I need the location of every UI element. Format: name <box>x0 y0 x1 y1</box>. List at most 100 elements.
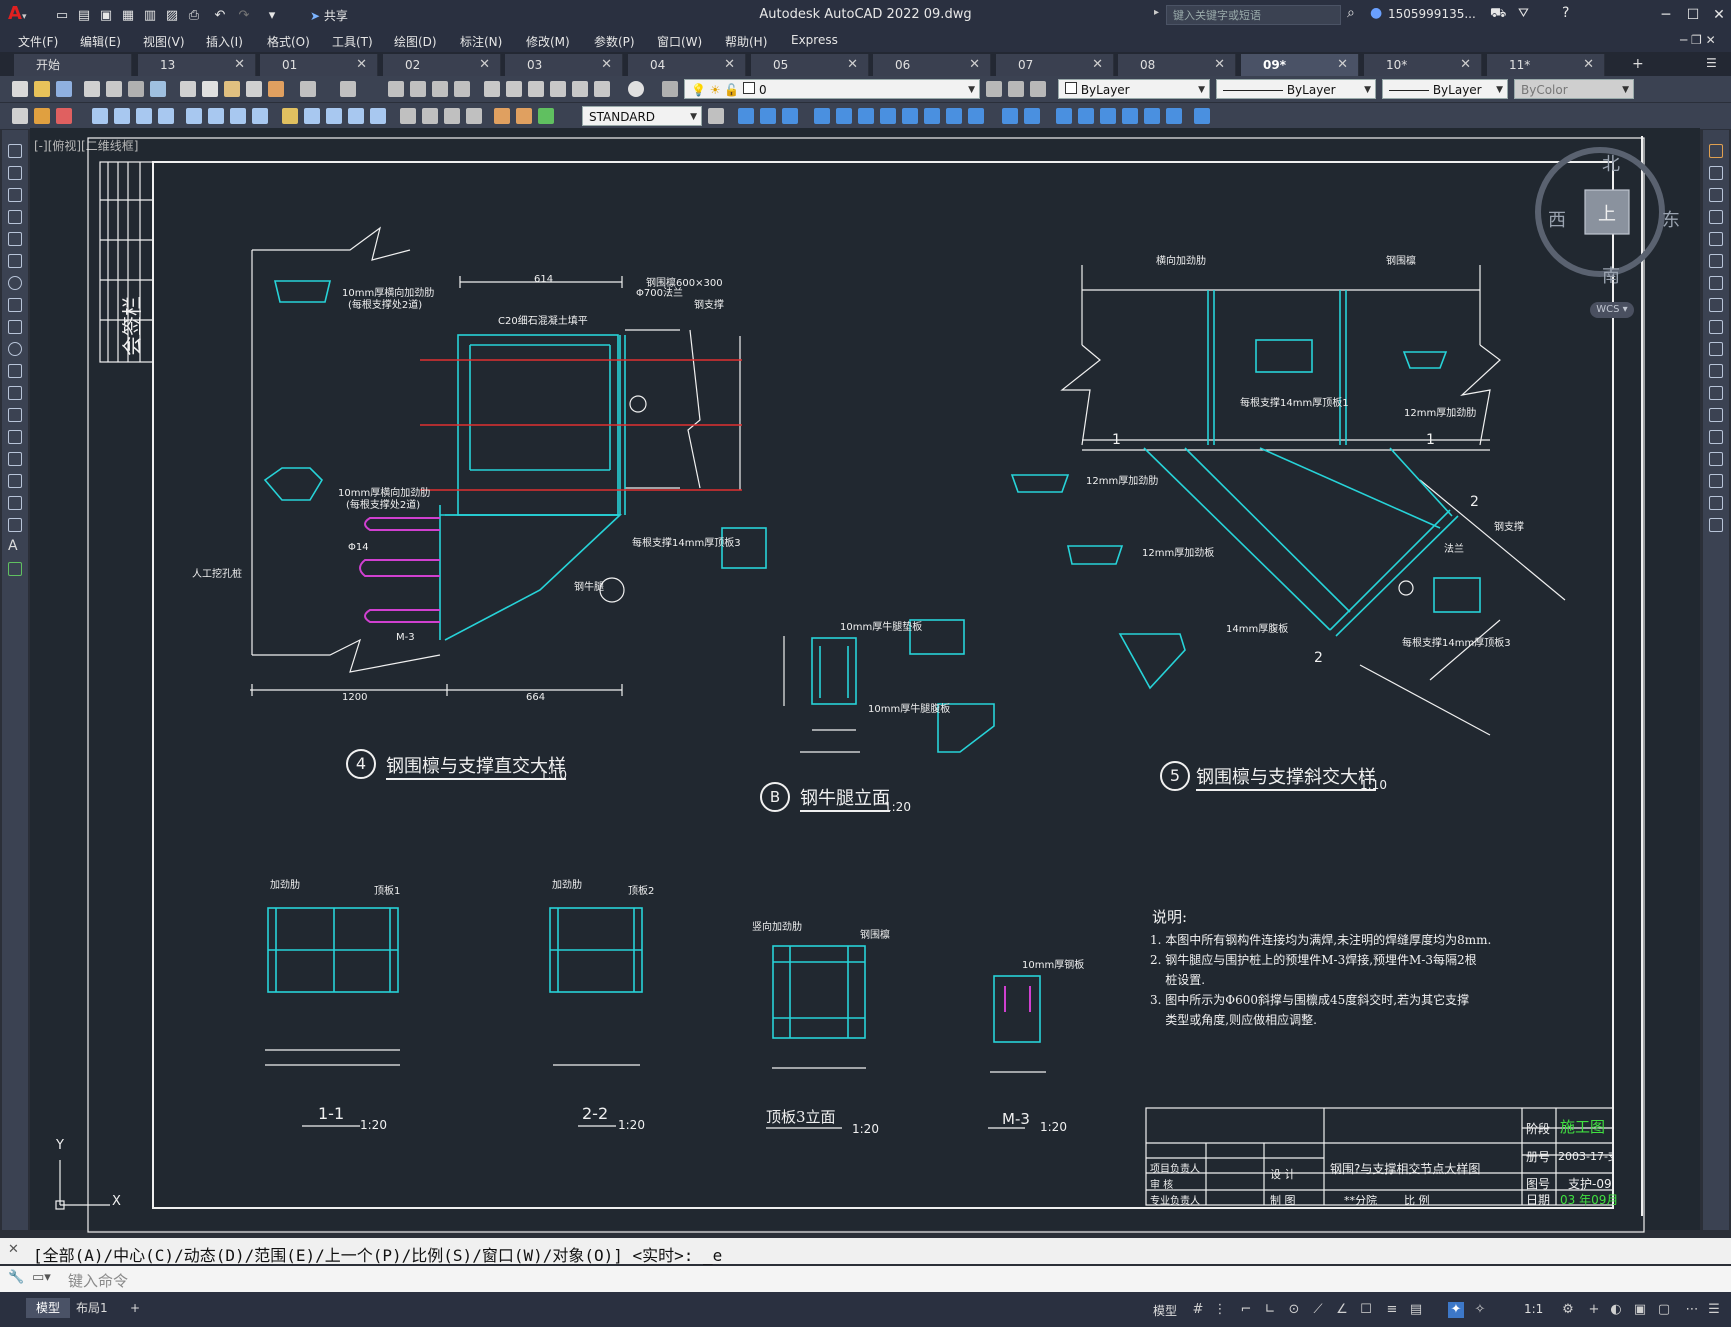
note-line: 类型或角度,则应做相应调整. <box>1150 1013 1317 1027</box>
d5-beam-label: 钢围檩 <box>1386 256 1416 267</box>
viewcube-south[interactable]: 南 <box>1602 262 1620 288</box>
tb-stage-value: 施工图 <box>1560 1118 1606 1136</box>
sec22-shape <box>549 907 643 993</box>
hardware-accel-icon[interactable]: ▣ <box>1632 1302 1648 1318</box>
plate3-vert-stiffener-label: 竖向加劲肋 <box>752 922 802 933</box>
ucs-y-label: Y <box>56 1138 64 1153</box>
wcs-menu[interactable]: WCS ▾ <box>1590 302 1634 318</box>
plus-icon[interactable]: + <box>1586 1302 1602 1318</box>
command-history: ✕ [全部(A)/中心(C)/动态(D)/范围(E)/上一个(P)/比例(S)/… <box>0 1238 1731 1265</box>
dim-664: 664 <box>526 692 546 703</box>
d5-plate12-label: 12mm厚加劲板 <box>1142 548 1215 559</box>
detail4-number: 4 <box>346 749 376 779</box>
isolate-icon[interactable]: ◐ <box>1608 1302 1624 1318</box>
osnap-icon[interactable]: ☐ <box>1358 1302 1374 1318</box>
rebar-label: Φ14 <box>348 542 369 553</box>
tb-volume-value: 2003-17-支护 <box>1558 1150 1612 1163</box>
close-icon[interactable]: ✕ <box>8 1242 19 1257</box>
tb-drawing-name: 钢围?与支撑相交节点大样图 <box>1330 1162 1481 1176</box>
d5-section-mark-left: 1 <box>1112 432 1121 448</box>
layout-tab-layout1[interactable]: 布局1 <box>66 1298 118 1318</box>
signature-label: 会签栏 <box>120 296 144 356</box>
viewcube-north[interactable]: 北 <box>1602 150 1620 176</box>
annotation-scale-icon[interactable]: ✧ <box>1472 1302 1488 1318</box>
snap-icon[interactable]: ⋮ <box>1212 1302 1228 1318</box>
corbel-web-label: 10mm厚牛腿腹板 <box>868 704 951 715</box>
tb-review: 审 核 <box>1150 1180 1174 1191</box>
sec22-title: 2-2 <box>582 1104 609 1123</box>
m3-scale: 1:20 <box>1040 1120 1067 1134</box>
tb-stage-label: 阶段 <box>1526 1122 1551 1136</box>
annotation-visibility-icon[interactable]: ✦ <box>1448 1302 1464 1318</box>
gear-icon[interactable]: ⚙ <box>1560 1302 1576 1318</box>
clean-screen-icon[interactable]: ▢ <box>1656 1302 1672 1318</box>
polar-icon[interactable]: ⊙ <box>1286 1302 1302 1318</box>
status-bar: 模型 布局1 + 模型 # ⋮ ⌐ ∟ ⊙ ⟋ ∠ ☐ ≡ ▤ ✦ ✧ 1:1 … <box>0 1292 1731 1327</box>
detail4-title: 钢围檩与支撑直交大样 <box>386 752 566 780</box>
lineweight-icon[interactable]: ≡ <box>1384 1302 1400 1318</box>
hamburger-menu-icon[interactable]: ☰ <box>1706 1302 1722 1318</box>
detail5-title: 钢围檩与支撑斜交大样 <box>1196 763 1376 791</box>
tb-project-manager: 项目负责人 <box>1150 1164 1200 1175</box>
sec11-shape <box>267 907 399 993</box>
tb-company: **分院 <box>1344 1194 1377 1207</box>
tb-scale-label: 比 例 <box>1404 1194 1430 1207</box>
m3-shape <box>993 975 1041 1043</box>
add-layout-icon[interactable]: + <box>120 1298 150 1318</box>
tb-draw: 制 图 <box>1270 1194 1296 1207</box>
ortho-icon[interactable]: ∟ <box>1262 1302 1278 1318</box>
model-space-toggle[interactable]: 模型 <box>1153 1302 1177 1319</box>
command-history-text: [全部(A)/中心(C)/动态(D)/范围(E)/上一个(P)/比例(S)/窗口… <box>33 1246 723 1265</box>
detailB-scale: 1:20 <box>884 800 911 814</box>
tb-date-value: 03 年09月 <box>1560 1193 1619 1207</box>
viewcube-west[interactable]: 西 <box>1548 206 1566 232</box>
plate3-scale: 1:20 <box>852 1122 879 1136</box>
plate3-title: 顶板3立面 <box>766 1108 836 1126</box>
note-line: 1. 本图中所有钢构件连接均为满焊,未注明的焊缝厚度均为8mm. <box>1150 933 1492 947</box>
detail4-scale: 1:10 <box>540 768 567 782</box>
stub-label: 钢支撑 <box>694 300 724 311</box>
note-line: 3. 图中所示为Φ600斜撑与围檩成45度斜交时,若为其它支撑 <box>1150 993 1470 1007</box>
ucs-x-label: X <box>112 1194 121 1209</box>
note-line: 桩设置. <box>1150 973 1206 987</box>
d5-top-plate-label: 每根支撑14mm厚顶板1 <box>1240 398 1349 409</box>
scale-value[interactable]: 1:1 <box>1524 1302 1543 1316</box>
object-snap-track-icon[interactable]: ∠ <box>1334 1302 1350 1318</box>
grid-icon[interactable]: # <box>1190 1302 1206 1318</box>
command-line[interactable]: 🔧 ▭▾ 键入命令 <box>0 1266 1731 1292</box>
ucs-icon <box>55 1160 110 1210</box>
concrete-label: C20细石混凝土填平 <box>498 316 588 327</box>
notes-title: 说明: <box>1152 908 1188 926</box>
wcs-label: WCS <box>1596 304 1620 315</box>
tb-design: 设 计 <box>1270 1168 1296 1181</box>
corbel-pad-label: 10mm厚牛腿垫板 <box>840 622 923 633</box>
infer-icon[interactable]: ⌐ <box>1238 1302 1254 1318</box>
transparency-icon[interactable]: ▤ <box>1408 1302 1424 1318</box>
plate-hex <box>263 467 324 501</box>
viewcube-top[interactable]: 上 <box>1598 200 1616 226</box>
sec22-scale: 1:20 <box>618 1118 645 1132</box>
sec22-top2-label: 顶板2 <box>628 886 655 897</box>
d5-stiffener12-label: 12mm厚加劲肋 <box>1404 408 1477 419</box>
command-input[interactable]: 键入命令 <box>68 1270 128 1291</box>
plate-558 <box>273 280 332 303</box>
viewcube-east[interactable]: 东 <box>1662 206 1680 232</box>
sec11-title: 1-1 <box>318 1104 345 1123</box>
d5-web-label: 14mm厚腹板 <box>1226 624 1289 635</box>
stiffener-note-bottom: (每根支撑处2道) <box>346 500 421 511</box>
sec11-stiffener-label: 加劲肋 <box>270 880 300 891</box>
detail4-rebar <box>359 517 440 623</box>
sec11-scale: 1:20 <box>360 1118 387 1132</box>
command-menu-icon[interactable]: ▭▾ <box>32 1270 51 1285</box>
layout-tab-model[interactable]: 模型 <box>26 1298 71 1318</box>
note-line: 2. 钢牛腿应与围护桩上的预埋件M-3焊接,预埋件M-3每隔2根 <box>1150 953 1477 967</box>
isodraft-icon[interactable]: ⟋ <box>1310 1302 1326 1318</box>
wrench-icon[interactable]: 🔧 <box>8 1270 24 1285</box>
plate3-shape <box>772 945 866 1039</box>
d5-section-mark-2b: 2 <box>1314 650 1323 666</box>
d5-flange-label: 法兰 <box>1444 544 1464 555</box>
tb-volume-label: 册号 <box>1526 1150 1551 1164</box>
customize-icon[interactable]: ⋯ <box>1684 1302 1700 1318</box>
sec22-stiffener-label: 加劲肋 <box>552 880 582 891</box>
d5-stiffener12-label-left: 12mm厚加劲肋 <box>1086 476 1159 487</box>
